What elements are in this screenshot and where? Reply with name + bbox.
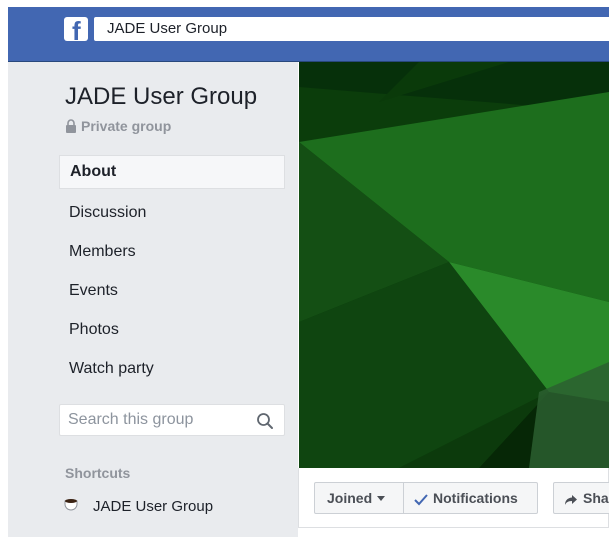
sidebar-item-events[interactable]: Events xyxy=(59,274,285,308)
search-icon[interactable] xyxy=(256,412,274,430)
facebook-logo-icon[interactable]: f xyxy=(64,17,88,41)
sidebar-item-about[interactable]: About xyxy=(59,155,285,189)
sidebar-item-photos[interactable]: Photos xyxy=(59,313,285,347)
global-search-input[interactable]: JADE User Group xyxy=(94,17,609,41)
lock-icon xyxy=(66,119,76,133)
group-action-bar: Joined Notifications Share xyxy=(298,468,609,528)
sidebar-item-watch-party[interactable]: Watch party xyxy=(59,352,285,386)
share-button[interactable]: Share xyxy=(553,482,609,514)
group-search-input[interactable] xyxy=(68,410,248,430)
notifications-button[interactable]: Notifications xyxy=(403,482,538,514)
share-arrow-icon xyxy=(565,495,577,505)
joined-label: Joined xyxy=(327,490,373,506)
sidebar-item-members[interactable]: Members xyxy=(59,235,285,269)
share-label: Share xyxy=(583,490,609,506)
shortcut-label: JADE User Group xyxy=(93,498,214,515)
group-search-box[interactable] xyxy=(59,404,285,436)
shortcuts-heading: Shortcuts xyxy=(65,465,131,481)
shortcut-item[interactable]: JADE User Group xyxy=(63,496,213,518)
notifications-label: Notifications xyxy=(433,490,518,506)
sidebar-item-discussion[interactable]: Discussion xyxy=(59,196,285,230)
top-navigation-bar: f JADE User Group xyxy=(8,7,609,62)
checkmark-icon xyxy=(414,494,428,506)
cover-photo[interactable] xyxy=(299,62,609,468)
group-title[interactable]: JADE User Group xyxy=(65,82,257,112)
joined-button[interactable]: Joined xyxy=(314,482,404,514)
logo-letter: f xyxy=(72,17,81,41)
privacy-label: Private group xyxy=(65,117,171,135)
privacy-text: Private group xyxy=(81,118,172,134)
chevron-down-icon xyxy=(377,496,386,501)
cover-image xyxy=(299,62,609,468)
coffee-cup-icon xyxy=(64,499,78,511)
